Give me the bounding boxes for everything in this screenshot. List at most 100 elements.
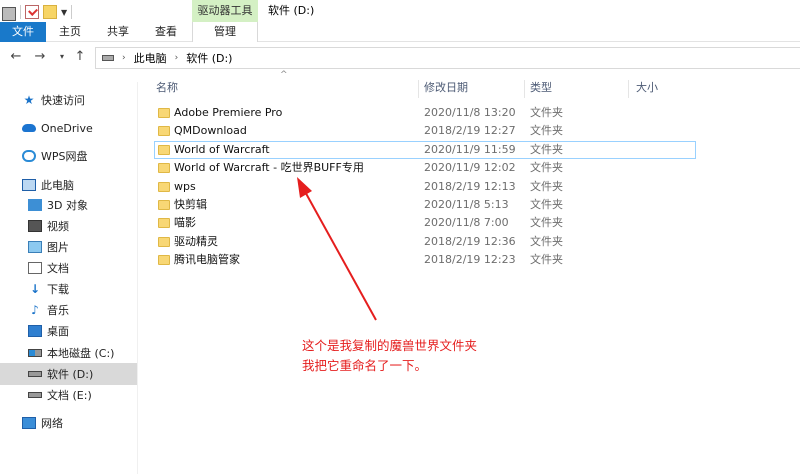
folder-icon (158, 182, 170, 192)
folder-icon (158, 126, 170, 136)
breadcrumb-this-pc[interactable]: 此电脑 (134, 50, 167, 66)
cloud-icon (22, 124, 36, 132)
toolbar-divider (20, 5, 21, 19)
sidebar-item-label: 快速访问 (41, 94, 85, 107)
sidebar-item-network[interactable]: 网络 (0, 412, 137, 434)
sidebar-item-pictures[interactable]: 图片 (0, 236, 137, 258)
sidebar-item-label: 音乐 (47, 304, 69, 317)
file-row[interactable]: wps 2018/2/19 12:13 文件夹 (154, 178, 696, 196)
folder-icon (158, 163, 170, 173)
sidebar-item-onedrive[interactable]: OneDrive (0, 117, 137, 139)
sidebar-item-videos[interactable]: 视频 (0, 215, 137, 237)
navigation-pane: ★ 快速访问 OneDrive WPS网盘 此电脑 3D 对象 视频 图片 文档… (0, 82, 138, 474)
sidebar-item-drive-c[interactable]: 本地磁盘 (C:) (0, 342, 137, 364)
annotation-text-line-1: 这个是我复制的魔兽世界文件夹 (302, 338, 478, 353)
sidebar-item-label: 本地磁盘 (C:) (47, 347, 115, 360)
sidebar-item-label: 网络 (41, 417, 63, 430)
file-type: 文件夹 (530, 124, 563, 137)
recent-locations-icon[interactable]: ▾ (54, 49, 70, 65)
window-title: 软件 (D:) (268, 4, 315, 17)
customize-toolbar-icon[interactable]: ▼ (61, 8, 67, 17)
folder-icon (158, 218, 170, 228)
drive-icon (28, 392, 42, 398)
folder-icon (158, 237, 170, 247)
sidebar-item-music[interactable]: ♪ 音乐 (0, 299, 137, 321)
column-header-date[interactable]: 修改日期 (424, 80, 468, 96)
file-type: 文件夹 (530, 106, 563, 119)
file-row[interactable]: QMDownload 2018/2/19 12:27 文件夹 (154, 122, 696, 140)
sidebar-item-drive-e[interactable]: 文档 (E:) (0, 384, 137, 406)
sidebar-item-label: 此电脑 (41, 179, 74, 192)
file-row[interactable]: 喵影 2020/11/8 7:00 文件夹 (154, 214, 696, 232)
column-header-type[interactable]: 类型 (530, 80, 552, 96)
quick-access-toolbar: ▼ (2, 3, 73, 21)
picture-icon (28, 241, 42, 253)
sidebar-item-drive-d[interactable]: 软件 (D:) (0, 363, 137, 385)
column-divider[interactable] (418, 80, 419, 98)
column-header-name[interactable]: 名称 (156, 80, 178, 96)
sidebar-item-3d-objects[interactable]: 3D 对象 (0, 194, 137, 216)
file-name: Adobe Premiere Pro (174, 106, 283, 119)
file-type: 文件夹 (530, 235, 563, 248)
sidebar-item-label: 软件 (D:) (47, 368, 94, 381)
tab-view[interactable]: 查看 (148, 22, 184, 42)
video-icon (28, 220, 42, 232)
sidebar-item-label: 3D 对象 (47, 199, 88, 212)
file-date: 2018/2/19 12:36 (424, 235, 516, 248)
file-row[interactable]: 快剪辑 2020/11/8 5:13 文件夹 (154, 196, 696, 214)
annotation-text-line-2: 我把它重命名了一下。 (302, 358, 428, 373)
file-type: 文件夹 (530, 180, 563, 193)
sidebar-item-label: 桌面 (47, 325, 69, 338)
download-icon: ↓ (29, 282, 41, 296)
sidebar-item-documents[interactable]: 文档 (0, 257, 137, 279)
music-icon: ♪ (31, 303, 39, 317)
up-arrow-icon[interactable]: ↑ (72, 49, 88, 65)
column-divider[interactable] (524, 80, 525, 98)
file-row[interactable]: Adobe Premiere Pro 2020/11/8 13:20 文件夹 (154, 104, 696, 122)
file-row[interactable]: 腾讯电脑管家 2018/2/19 12:23 文件夹 (154, 251, 696, 269)
file-row[interactable]: World of Warcraft 2020/11/9 11:59 文件夹 (154, 141, 696, 159)
file-date: 2020/11/9 12:02 (424, 161, 516, 174)
folder-icon (158, 255, 170, 265)
sidebar-item-label: OneDrive (41, 121, 93, 135)
sidebar-item-label: 图片 (47, 241, 69, 254)
forward-arrow-icon[interactable]: → (32, 49, 48, 65)
file-date: 2020/11/8 13:20 (424, 106, 516, 119)
tab-home[interactable]: 主页 (52, 22, 88, 42)
sidebar-item-label: 文档 (47, 262, 69, 275)
file-name: 喵影 (174, 216, 196, 229)
address-bar[interactable]: › 此电脑 › 软件 (D:) (95, 47, 800, 69)
document-icon (28, 262, 42, 274)
tab-manage[interactable]: 管理 (192, 22, 258, 42)
tab-file[interactable]: 文件 (0, 22, 46, 42)
sidebar-item-wps-cloud[interactable]: WPS网盘 (0, 145, 137, 167)
computer-icon (22, 179, 36, 191)
sidebar-item-this-pc[interactable]: 此电脑 (0, 174, 137, 196)
cube-icon (28, 199, 42, 211)
tab-share[interactable]: 共享 (100, 22, 136, 42)
folder-icon (158, 145, 170, 155)
back-arrow-icon[interactable]: ← (8, 49, 24, 65)
sidebar-item-downloads[interactable]: ↓ 下载 (0, 278, 137, 300)
breadcrumb-chevron-icon[interactable]: › (122, 53, 126, 63)
file-date: 2020/11/8 5:13 (424, 198, 509, 211)
file-row[interactable]: 驱动精灵 2018/2/19 12:36 文件夹 (154, 233, 696, 251)
file-date: 2018/2/19 12:23 (424, 253, 516, 266)
sidebar-item-desktop[interactable]: 桌面 (0, 320, 137, 342)
file-date: 2018/2/19 12:27 (424, 124, 516, 137)
star-icon: ★ (23, 93, 35, 107)
system-drive-icon (28, 349, 42, 357)
folder-icon (158, 108, 170, 118)
breadcrumb-chevron-icon[interactable]: › (175, 53, 179, 63)
properties-icon[interactable] (25, 5, 39, 19)
column-header-size[interactable]: 大小 (636, 80, 658, 96)
file-date: 2018/2/19 12:13 (424, 180, 516, 193)
breadcrumb-drive-d[interactable]: 软件 (D:) (186, 50, 232, 66)
address-row: ← → ▾ ↑ › 此电脑 › 软件 (D:) (0, 45, 800, 71)
sidebar-item-quick-access[interactable]: ★ 快速访问 (0, 89, 137, 111)
column-divider[interactable] (628, 80, 629, 98)
drive-icon[interactable] (2, 7, 16, 21)
new-folder-icon[interactable] (43, 5, 57, 19)
file-type: 文件夹 (530, 198, 563, 211)
file-row[interactable]: World of Warcraft - 吃世界BUFF专用 2020/11/9 … (154, 159, 696, 177)
